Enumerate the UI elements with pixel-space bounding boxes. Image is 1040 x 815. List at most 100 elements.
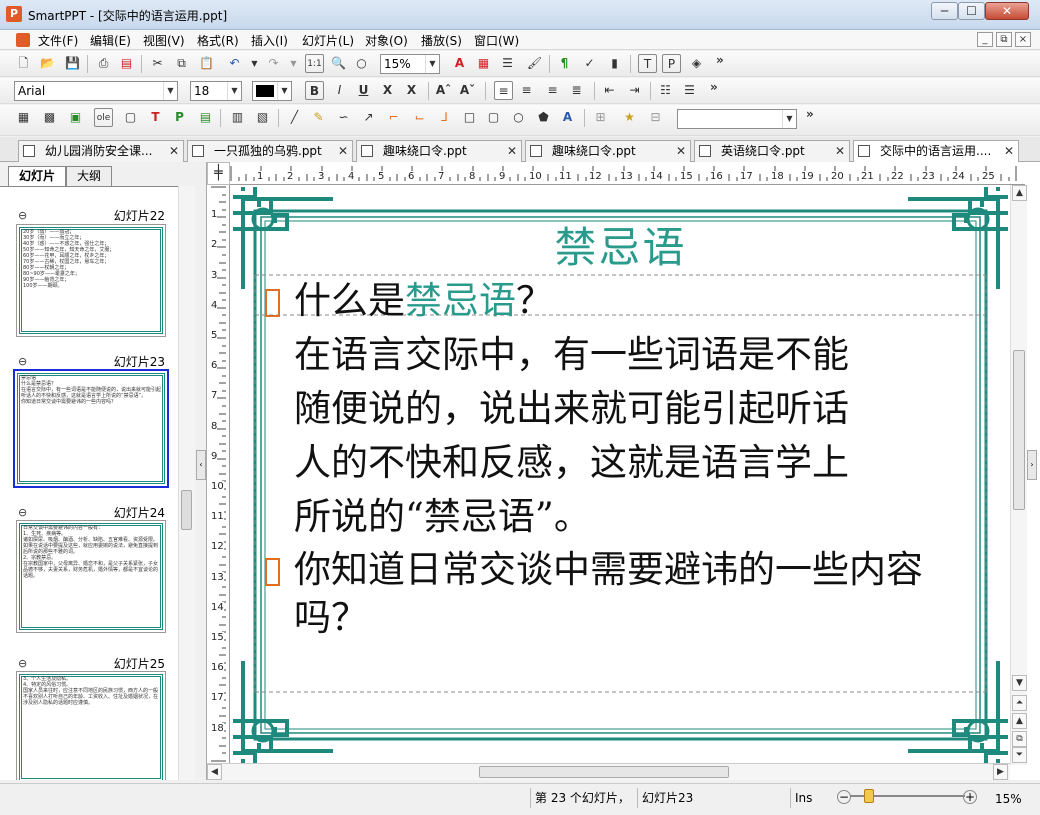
connector-icon[interactable]: ⌐ — [384, 108, 403, 127]
connector2-icon[interactable]: ⌙ — [410, 108, 429, 127]
ellipse-icon[interactable]: ○ — [509, 108, 528, 127]
menu-slide[interactable]: 幻灯片(L) — [302, 32, 354, 49]
next-slide-icon[interactable]: ⏷ — [1012, 747, 1027, 763]
menu-window[interactable]: 窗口(W) — [474, 32, 519, 49]
horizontal-scrollbar[interactable]: ◀ ▶ — [207, 763, 1010, 780]
ungroup-icon[interactable]: ⊟ — [646, 108, 665, 127]
star-icon[interactable]: ★ — [620, 108, 639, 127]
find-icon[interactable]: ○ — [352, 54, 371, 73]
pencil-icon[interactable]: ✎ — [309, 108, 328, 127]
tab-doc-6[interactable]: 交际中的语言运用.... ✕ — [853, 140, 1019, 163]
horizontal-scroll-thumb[interactable] — [479, 766, 729, 778]
list-icon[interactable]: ☰ — [498, 54, 517, 73]
ruler-corner[interactable]: ╪ — [207, 162, 230, 185]
menu-play[interactable]: 播放(S) — [421, 32, 462, 49]
grid-icon[interactable]: ▩ — [40, 108, 59, 127]
body-line-3[interactable]: 人的不快和反感，这就是语言学上 — [294, 437, 849, 489]
toolbar-more-icon[interactable]: » — [716, 53, 724, 67]
increase-indent-icon[interactable]: ⇥ — [625, 81, 644, 100]
tab-close-icon[interactable]: ✕ — [835, 141, 845, 161]
menu-insert[interactable]: 插入(I) — [251, 32, 288, 49]
question-2-line-2[interactable]: 吗？ — [294, 592, 368, 644]
zoom-icon[interactable]: 🔍 — [329, 54, 348, 73]
align-center-icon[interactable]: ≡ — [517, 81, 536, 100]
font-name-select[interactable]: Arial ▼ — [14, 81, 178, 101]
question-2-line-1[interactable]: 你知道日常交谈中需要避讳的一些内容 — [294, 544, 923, 596]
decrease-indent-icon[interactable]: ⇤ — [600, 81, 619, 100]
tab-close-icon[interactable]: ✕ — [169, 141, 179, 161]
actual-size-icon[interactable]: 1:1 — [305, 54, 324, 73]
page-icon[interactable]: ⧉ — [1012, 731, 1027, 747]
right-collapse-handle[interactable]: › — [1027, 450, 1037, 480]
picture-box-icon[interactable]: P — [662, 54, 681, 73]
line-icon[interactable]: ╱ — [285, 108, 304, 127]
minimize-button[interactable]: ─ — [931, 2, 958, 20]
fill-icon[interactable]: ▦ — [474, 54, 493, 73]
save-icon[interactable]: 💾 — [63, 54, 82, 73]
toolbar3-more-icon[interactable]: » — [806, 107, 814, 121]
mdi-close-button[interactable]: × — [1015, 32, 1031, 47]
slide-title[interactable]: 禁忌语 — [231, 214, 1010, 275]
tab-doc-1[interactable]: 幼儿园消防安全课... ✕ — [18, 140, 184, 162]
print-icon[interactable]: ⎙ — [94, 54, 113, 73]
shapes-icon[interactable]: ⬟ — [534, 108, 553, 127]
slide-icon[interactable]: ▧ — [253, 108, 272, 127]
menu-view[interactable]: 视图(V) — [143, 32, 185, 49]
slide-canvas[interactable]: 禁忌语 什么是禁忌语？ 在语言交际中，有一些词语是不能 随便说的，说出来就可能引… — [231, 187, 1010, 763]
shape-select[interactable]: ▼ — [677, 109, 797, 129]
cut-icon[interactable]: ✂ — [148, 54, 167, 73]
frame-icon[interactable]: ▢ — [121, 108, 140, 127]
layout-icon[interactable]: ▥ — [228, 108, 247, 127]
tab-doc-5[interactable]: 英语绕口令.ppt ✕ — [694, 140, 850, 162]
slide-thumbnail-23[interactable]: 禁忌语 什么是禁忌语？ 在语言交际中，有一些词语是不能随便说的，说出来就可能引起… — [13, 369, 169, 488]
picture-frame-icon[interactable]: P — [170, 108, 189, 127]
panel-scrollbar[interactable] — [178, 186, 195, 780]
italic-icon[interactable]: I — [330, 81, 349, 100]
body-line-4[interactable]: 所说的“禁忌语”。 — [294, 491, 591, 543]
insert-mode[interactable]: Ins — [790, 788, 830, 808]
clear-format-icon[interactable]: X — [402, 81, 421, 100]
arrow-icon[interactable]: ↗ — [359, 108, 378, 127]
toolbar2-more-icon[interactable]: » — [710, 80, 718, 94]
new-icon[interactable]: 🗋 — [14, 54, 33, 73]
zoom-out-icon[interactable]: − — [837, 790, 851, 804]
panel-scroll-thumb[interactable] — [181, 490, 192, 530]
tab-close-icon[interactable]: ✕ — [507, 141, 517, 161]
color-select[interactable]: ▼ — [252, 81, 292, 101]
slide-thumbnail-24[interactable]: 日常交谈中需要避讳的内容一般有： 1、生死、疾病等。 诸如屎尿、吸烟、酗酒、分析… — [16, 520, 166, 633]
connector3-icon[interactable]: ⅃ — [435, 108, 454, 127]
tab-doc-4[interactable]: 趣味绕口令.ppt ✕ — [525, 140, 691, 162]
redo-dropdown-icon[interactable]: ▼ — [284, 54, 303, 73]
menu-format[interactable]: 格式(R) — [197, 32, 239, 49]
tab-close-icon[interactable]: ✕ — [676, 141, 686, 161]
numbered-list-icon[interactable]: ☰ — [680, 81, 699, 100]
tab-outline[interactable]: 大纲 — [66, 166, 112, 186]
mdi-minimize-button[interactable]: _ — [977, 32, 993, 47]
grow-font-icon[interactable]: Aˆ — [434, 81, 453, 100]
copy-icon[interactable]: ⧉ — [172, 54, 191, 73]
undo-dropdown-icon[interactable]: ▼ — [245, 54, 264, 73]
undo-icon[interactable]: ↶ — [225, 54, 244, 73]
brush-icon[interactable]: 🖌 — [525, 54, 544, 73]
paragraph-icon[interactable]: ¶ — [555, 54, 574, 73]
scroll-top-icon[interactable]: ▲ — [1012, 713, 1027, 729]
zoom-select[interactable]: 15% ▼ — [380, 54, 440, 74]
tab-slides[interactable]: 幻灯片 — [8, 166, 66, 186]
mdi-restore-button[interactable]: ⧉ — [996, 32, 1012, 47]
text-color-icon[interactable]: A — [450, 54, 469, 73]
justify-icon[interactable]: ≣ — [567, 81, 586, 100]
zoom-in-icon[interactable]: + — [963, 790, 977, 804]
table-icon[interactable]: ▦ — [14, 108, 33, 127]
map-icon[interactable]: ▤ — [196, 108, 215, 127]
body-line-1[interactable]: 在语言交际中，有一些词语是不能 — [294, 329, 849, 381]
zoom-slider-knob[interactable] — [864, 789, 874, 803]
underline-icon[interactable]: U — [354, 81, 373, 100]
prev-slide-icon[interactable]: ⏶ — [1012, 695, 1027, 711]
body-line-2[interactable]: 随便说的，说出来就可能引起听话 — [294, 383, 849, 435]
menu-file[interactable]: 文件(F) — [38, 32, 78, 49]
wordart-icon[interactable]: A — [558, 108, 577, 127]
open-icon[interactable]: 📂 — [38, 54, 57, 73]
db-icon[interactable]: ◈ — [687, 54, 706, 73]
font-size-select[interactable]: 18 ▼ — [190, 81, 242, 101]
spell-icon[interactable]: ✓ — [580, 54, 599, 73]
